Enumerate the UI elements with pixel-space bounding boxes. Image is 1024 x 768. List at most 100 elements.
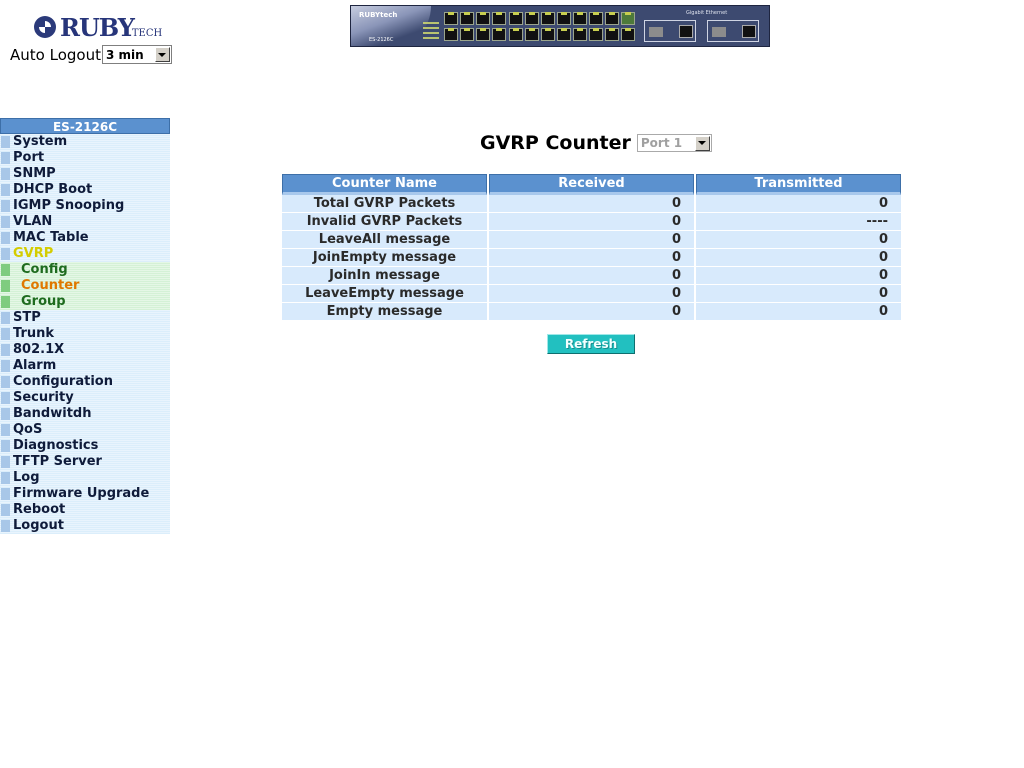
sidebar-item-snmp[interactable]: SNMP [0,166,170,182]
sidebar-item-alarm[interactable]: Alarm [0,358,170,374]
sidebar-item-gvrp[interactable]: GVRP [0,246,170,262]
gigabit-port-2 [707,20,759,42]
column-header-transmitted: Transmitted [696,174,901,195]
switch-model-text: ES-2126C [369,37,394,43]
ethernet-port-icon [589,28,603,41]
sidebar-item-trunk[interactable]: Trunk [0,326,170,342]
ethernet-port-icon [492,28,506,41]
counter-name-cell: Invalid GVRP Packets [282,213,487,231]
transmitted-cell: 0 [696,267,901,285]
received-cell: 0 [489,249,694,267]
sidebar-item-port[interactable]: Port [0,150,170,166]
sidebar-item-reboot[interactable]: Reboot [0,502,170,518]
ethernet-port-icon [605,12,619,25]
table-row: Empty message 0 0 [282,303,901,321]
ethernet-port-icon [509,28,523,41]
counter-name-cell: LeaveAll message [282,231,487,249]
ethernet-port-icon [573,12,587,25]
sidebar-subitem-config[interactable]: Config [0,262,170,278]
sidebar-subitem-group[interactable]: Group [0,294,170,310]
switch-brand-text: RUBYtech [359,11,398,19]
counter-name-cell: LeaveEmpty message [282,285,487,303]
sidebar: ES-2126C System Port SNMP DHCP Boot IGMP… [0,118,170,534]
transmitted-cell: 0 [696,231,901,249]
switch-front-panel-image: RUBYtech ES-2126C Gigabit Ethernet [350,5,770,47]
ethernet-port-active-icon [621,12,635,25]
logo-tech-text: TECH [131,28,163,39]
auto-logout: Auto Logout 3 min [10,45,172,64]
chevron-down-icon[interactable] [694,135,710,151]
port-group-2 [509,12,571,41]
auto-logout-select[interactable]: 3 min [101,45,172,64]
ethernet-port-icon [492,12,506,25]
sidebar-item-log[interactable]: Log [0,470,170,486]
sidebar-subitem-counter[interactable]: Counter [0,278,170,294]
sidebar-item-system[interactable]: System [0,134,170,150]
received-cell: 0 [489,195,694,213]
transmitted-cell: 0 [696,303,901,321]
sidebar-item-dhcp-boot[interactable]: DHCP Boot [0,182,170,198]
port-select[interactable]: Port 1 [636,134,712,152]
table-row: JoinEmpty message 0 0 [282,249,901,267]
port-group-3 [573,12,635,41]
sidebar-item-vlan[interactable]: VLAN [0,214,170,230]
sidebar-item-security[interactable]: Security [0,390,170,406]
ethernet-port-icon [460,12,474,25]
transmitted-cell: 0 [696,285,901,303]
sidebar-item-mac-table[interactable]: MAC Table [0,230,170,246]
sidebar-title: ES-2126C [0,118,170,134]
ethernet-port-icon [444,28,458,41]
received-cell: 0 [489,213,694,231]
ethernet-port-icon [509,12,523,25]
sidebar-item-qos[interactable]: QoS [0,422,170,438]
rubytech-logo: RUBY TECH [34,12,162,42]
ethernet-port-icon [557,12,571,25]
column-header-received: Received [489,174,694,195]
transmitted-cell: ---- [696,213,901,231]
sidebar-item-stp[interactable]: STP [0,310,170,326]
sfp-port-icon [712,27,726,37]
ethernet-port-icon [679,25,693,38]
ethernet-port-icon [589,12,603,25]
sidebar-item-tftp-server[interactable]: TFTP Server [0,454,170,470]
ethernet-port-icon [444,12,458,25]
page-heading: GVRP Counter Port 1 [480,132,712,154]
sidebar-item-igmp-snooping[interactable]: IGMP Snooping [0,198,170,214]
gigabit-port-1 [644,20,696,42]
port-select-value: Port 1 [640,136,683,150]
sidebar-item-logout[interactable]: Logout [0,518,170,534]
column-header-counter-name: Counter Name [282,174,487,195]
ethernet-port-icon [557,28,571,41]
sidebar-item-diagnostics[interactable]: Diagnostics [0,438,170,454]
switch-led-panel [423,22,439,40]
ethernet-port-icon [605,28,619,41]
table-row: Total GVRP Packets 0 0 [282,195,901,213]
refresh-button[interactable]: Refresh [547,334,635,354]
received-cell: 0 [489,231,694,249]
received-cell: 0 [489,303,694,321]
sidebar-item-bandwidth[interactable]: Bandwitdh [0,406,170,422]
logo-text: RUBY [60,12,135,42]
chevron-down-icon[interactable] [154,47,170,62]
counter-name-cell: Empty message [282,303,487,321]
rubytech-logo-icon [34,16,56,38]
table-row: Invalid GVRP Packets 0 ---- [282,213,901,231]
ethernet-port-icon [541,12,555,25]
table-header-row: Counter Name Received Transmitted [282,174,901,195]
counter-name-cell: JoinEmpty message [282,249,487,267]
ethernet-port-icon [573,28,587,41]
ethernet-port-icon [742,25,756,38]
ethernet-port-icon [621,28,635,41]
ethernet-port-icon [460,28,474,41]
gigabit-label: Gigabit Ethernet [686,10,728,16]
sidebar-item-8021x[interactable]: 802.1X [0,342,170,358]
table-row: LeaveAll message 0 0 [282,231,901,249]
transmitted-cell: 0 [696,195,901,213]
transmitted-cell: 0 [696,249,901,267]
table-row: JoinIn message 0 0 [282,267,901,285]
table-row: LeaveEmpty message 0 0 [282,285,901,303]
gvrp-counter-table: Counter Name Received Transmitted Total … [280,174,903,321]
sidebar-item-firmware-upgrade[interactable]: Firmware Upgrade [0,486,170,502]
received-cell: 0 [489,285,694,303]
sidebar-item-configuration[interactable]: Configuration [0,374,170,390]
